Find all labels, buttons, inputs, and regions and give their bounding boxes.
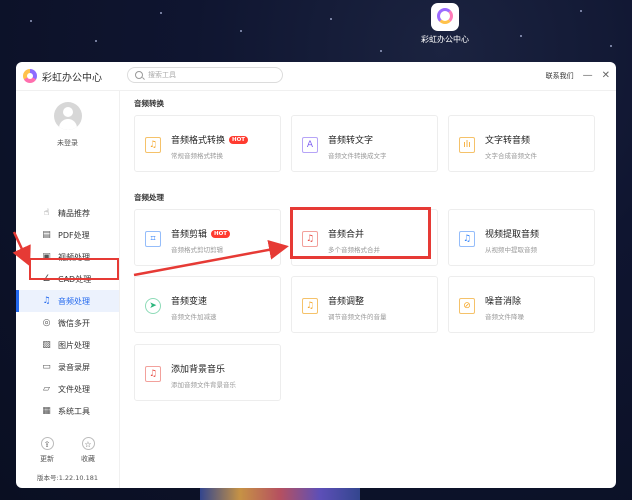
sidebar-item-image[interactable]: ▨ 图片处理: [16, 334, 119, 356]
sidebar-item-file[interactable]: ▱ 文件处理: [16, 378, 119, 400]
contact-us-link[interactable]: 联系我们: [546, 71, 574, 81]
tool-card-title: 添加背景音乐: [171, 365, 226, 375]
search-icon: [135, 71, 143, 79]
crop-icon: ⌗: [145, 231, 161, 247]
system-icon: ▦: [42, 405, 51, 416]
sidebar-item-label: 录音录屏: [58, 362, 90, 372]
highlight-box-merge: [290, 207, 431, 259]
update-icon: ⇪: [40, 437, 54, 450]
hot-badge: HOT: [229, 136, 249, 144]
favorite-label: 收藏: [81, 455, 95, 463]
sidebar: 未登录 ☝ 精品推荐 ▤ PDF处理 ▣ 视频处理 ∠ CAD处理 ♫ 音频处理: [16, 90, 120, 488]
tool-card-text-to-audio[interactable]: ılı 文字转音频 文字合成音频文件: [448, 115, 595, 172]
wechat-icon: ◎: [42, 317, 51, 328]
tool-card-noise-cancel[interactable]: ⊘ 噪音消除 音频文件降噪: [448, 276, 595, 333]
update-button[interactable]: ⇪ 更新: [30, 437, 64, 464]
sidebar-item-recommended[interactable]: ☝ 精品推荐: [16, 202, 119, 224]
tool-card-desc: 添加音频文件背景音乐: [171, 381, 236, 389]
tool-card-desc: 从视频中提取音频: [485, 246, 537, 254]
folder-icon: ▱: [43, 383, 50, 394]
tool-card-audio-speed[interactable]: ➤ 音频变速 音频文件加减速: [134, 276, 281, 333]
sidebar-nav: ☝ 精品推荐 ▤ PDF处理 ▣ 视频处理 ∠ CAD处理 ♫ 音频处理 ◎ 微…: [16, 202, 119, 422]
search-input[interactable]: [148, 71, 268, 79]
version-label: 版本号:1.22.10.181: [37, 474, 98, 482]
sidebar-item-system[interactable]: ▦ 系统工具: [16, 400, 119, 422]
add-bgm-icon: ♫: [145, 366, 161, 382]
desktop-wallpaper-art: [200, 488, 360, 500]
wave-icon: ılı: [459, 137, 475, 153]
tool-card-title: 音频格式转换 HOT: [171, 133, 249, 146]
section-title-process: 音频处理: [134, 193, 164, 202]
sidebar-item-label: PDF处理: [58, 230, 90, 240]
section-title-convert: 音频转换: [134, 99, 164, 108]
pdf-icon: ▤: [42, 229, 51, 240]
tool-card-title: 文字转音频: [485, 136, 531, 146]
sidebar-item-label: 微信多开: [58, 318, 90, 328]
thumb-up-icon: ☝: [43, 207, 50, 218]
tool-card-title: 音频变速: [171, 297, 208, 307]
tool-card-desc: 音频文件降噪: [485, 313, 524, 321]
search-box[interactable]: [127, 67, 283, 83]
tool-card-desc: 音频文件转换成文字: [328, 152, 387, 160]
star-icon: ☆: [81, 437, 95, 450]
speed-icon: ➤: [145, 298, 161, 314]
tool-card-desc: 常规音频格式转换: [171, 152, 223, 160]
login-status[interactable]: 未登录: [16, 138, 119, 148]
tool-card-desc: 音频文件加减速: [171, 313, 217, 321]
tool-card-desc: 音频格式剪切剪辑: [171, 246, 223, 254]
tool-card-title: 视频提取音频: [485, 230, 540, 240]
sidebar-item-label: 系统工具: [58, 406, 90, 416]
text-a-icon: A: [302, 137, 318, 153]
app-logo-icon: [23, 69, 37, 83]
sidebar-item-audio[interactable]: ♫ 音频处理: [16, 290, 119, 312]
tool-card-desc: 调节音频文件的音量: [328, 313, 387, 321]
noise-cancel-icon: ⊘: [459, 298, 475, 314]
app-title: 彩虹办公中心: [42, 72, 102, 84]
video-extract-icon: ♫: [459, 231, 475, 247]
sidebar-item-label: 图片处理: [58, 340, 90, 350]
sidebar-item-label: 音频处理: [58, 296, 90, 306]
avatar[interactable]: [53, 102, 82, 130]
sidebar-item-label: 精品推荐: [58, 208, 90, 218]
volume-icon: ♫: [302, 298, 318, 314]
sidebar-item-wechat[interactable]: ◎ 微信多开: [16, 312, 119, 334]
record-icon: ▭: [42, 361, 51, 372]
close-button[interactable]: ✕: [602, 71, 610, 81]
tool-card-video-extract-audio[interactable]: ♫ 视频提取音频 从视频中提取音频: [448, 209, 595, 266]
tool-card-title: 噪音消除: [485, 297, 522, 307]
minimize-button[interactable]: —: [583, 71, 593, 81]
music-icon: ♫: [42, 295, 51, 306]
tool-card-desc: 文字合成音频文件: [485, 152, 537, 160]
sidebar-item-pdf[interactable]: ▤ PDF处理: [16, 224, 119, 246]
title-bar: 彩虹办公中心 联系我们 — ✕: [16, 62, 616, 91]
tool-card-audio-adjust[interactable]: ♫ 音频调整 调节音频文件的音量: [291, 276, 438, 333]
tool-card-add-bgm[interactable]: ♫ 添加背景音乐 添加音频文件背景音乐: [134, 344, 281, 401]
highlight-box-sidebar: [29, 258, 119, 280]
update-label: 更新: [40, 455, 54, 463]
tool-card-title: 音频转文字: [328, 136, 374, 146]
rainbow-office-icon: [431, 3, 459, 31]
desktop-shortcut[interactable]: 彩虹办公中心: [420, 3, 470, 45]
tool-card-audio-format[interactable]: ♫ 音频格式转换 HOT 常规音频格式转换: [134, 115, 281, 172]
main-content: 音频转换 ♫ 音频格式转换 HOT 常规音频格式转换 A 音频转文字 音频文件转换…: [134, 90, 616, 488]
image-icon: ▨: [42, 339, 51, 350]
tool-card-title: 音频剪辑 HOT: [171, 227, 231, 240]
desktop-shortcut-label: 彩虹办公中心: [421, 35, 469, 44]
favorite-button[interactable]: ☆ 收藏: [71, 437, 105, 464]
tool-card-audio-cut[interactable]: ⌗ 音频剪辑 HOT 音频格式剪切剪辑: [134, 209, 281, 266]
sidebar-item-record[interactable]: ▭ 录音录屏: [16, 356, 119, 378]
music-note-icon: ♫: [145, 137, 161, 153]
hot-badge: HOT: [211, 230, 231, 238]
tool-card-title: 音频调整: [328, 297, 365, 307]
tool-card-audio-to-text[interactable]: A 音频转文字 音频文件转换成文字: [291, 115, 438, 172]
sidebar-item-label: 文件处理: [58, 384, 90, 394]
